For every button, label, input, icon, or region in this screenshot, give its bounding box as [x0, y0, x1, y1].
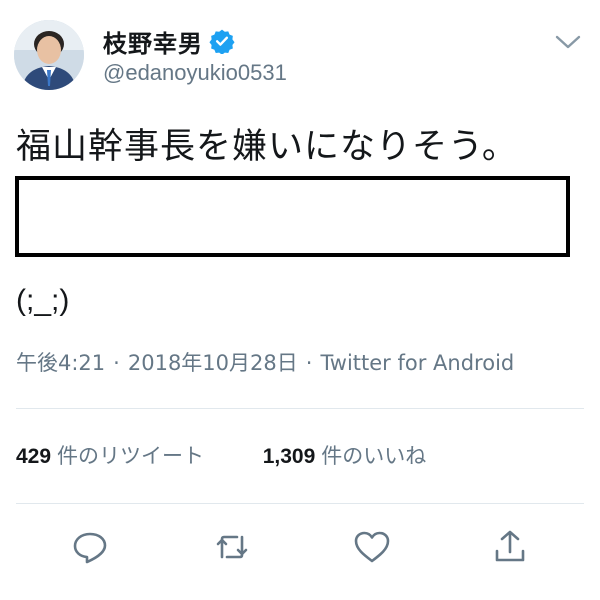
verified-badge-icon: [209, 28, 235, 55]
name-row: 枝野幸男: [103, 24, 235, 59]
reply-icon: [73, 532, 107, 564]
tweet-text: 福山幹事長を嫌いになりそう。: [16, 127, 518, 167]
tweet-meta: 午後4:21 · 2018年10月28日 · Twitter for Android: [16, 347, 514, 377]
meta-separator: ·: [113, 351, 120, 375]
tweet-card: 枝野幸男 @edanoyukio0531 福山幹事長を嫌いになりそう。 (;_;…: [0, 0, 600, 600]
user-handle[interactable]: @edanoyukio0531: [103, 60, 287, 86]
retweet-button[interactable]: [212, 527, 252, 567]
likes-label: 件のいいね: [321, 444, 427, 468]
share-button[interactable]: [490, 527, 530, 567]
divider: [16, 408, 584, 409]
likes-stat[interactable]: 1,309 件のいいね: [263, 440, 427, 470]
share-icon: [495, 530, 525, 562]
likes-count: 1,309: [262, 445, 316, 468]
avatar[interactable]: [14, 20, 84, 90]
tweet-source[interactable]: Twitter for Android: [320, 351, 514, 375]
action-bar: [0, 527, 600, 567]
retweets-label: 件のリツイート: [57, 444, 205, 468]
avatar-photo: [14, 20, 84, 90]
tweet-date[interactable]: 2018年10月28日: [128, 351, 298, 375]
retweets-count: 429: [16, 445, 52, 468]
meta-separator: ·: [305, 351, 313, 375]
retweet-icon: [216, 535, 248, 559]
chevron-down-icon[interactable]: [553, 30, 583, 54]
tweet-emoticon: (;_;): [16, 284, 70, 317]
tweet-stats: 429 件のリツイート 1,309 件のいいね: [16, 440, 426, 470]
divider: [16, 503, 584, 504]
redaction-box: [15, 176, 570, 257]
tweet-time[interactable]: 午後4:21: [16, 351, 105, 375]
display-name[interactable]: 枝野幸男: [103, 24, 203, 59]
like-icon: [354, 531, 390, 563]
like-button[interactable]: [352, 527, 392, 567]
retweets-stat[interactable]: 429 件のリツイート: [16, 440, 204, 470]
reply-button[interactable]: [70, 527, 110, 567]
